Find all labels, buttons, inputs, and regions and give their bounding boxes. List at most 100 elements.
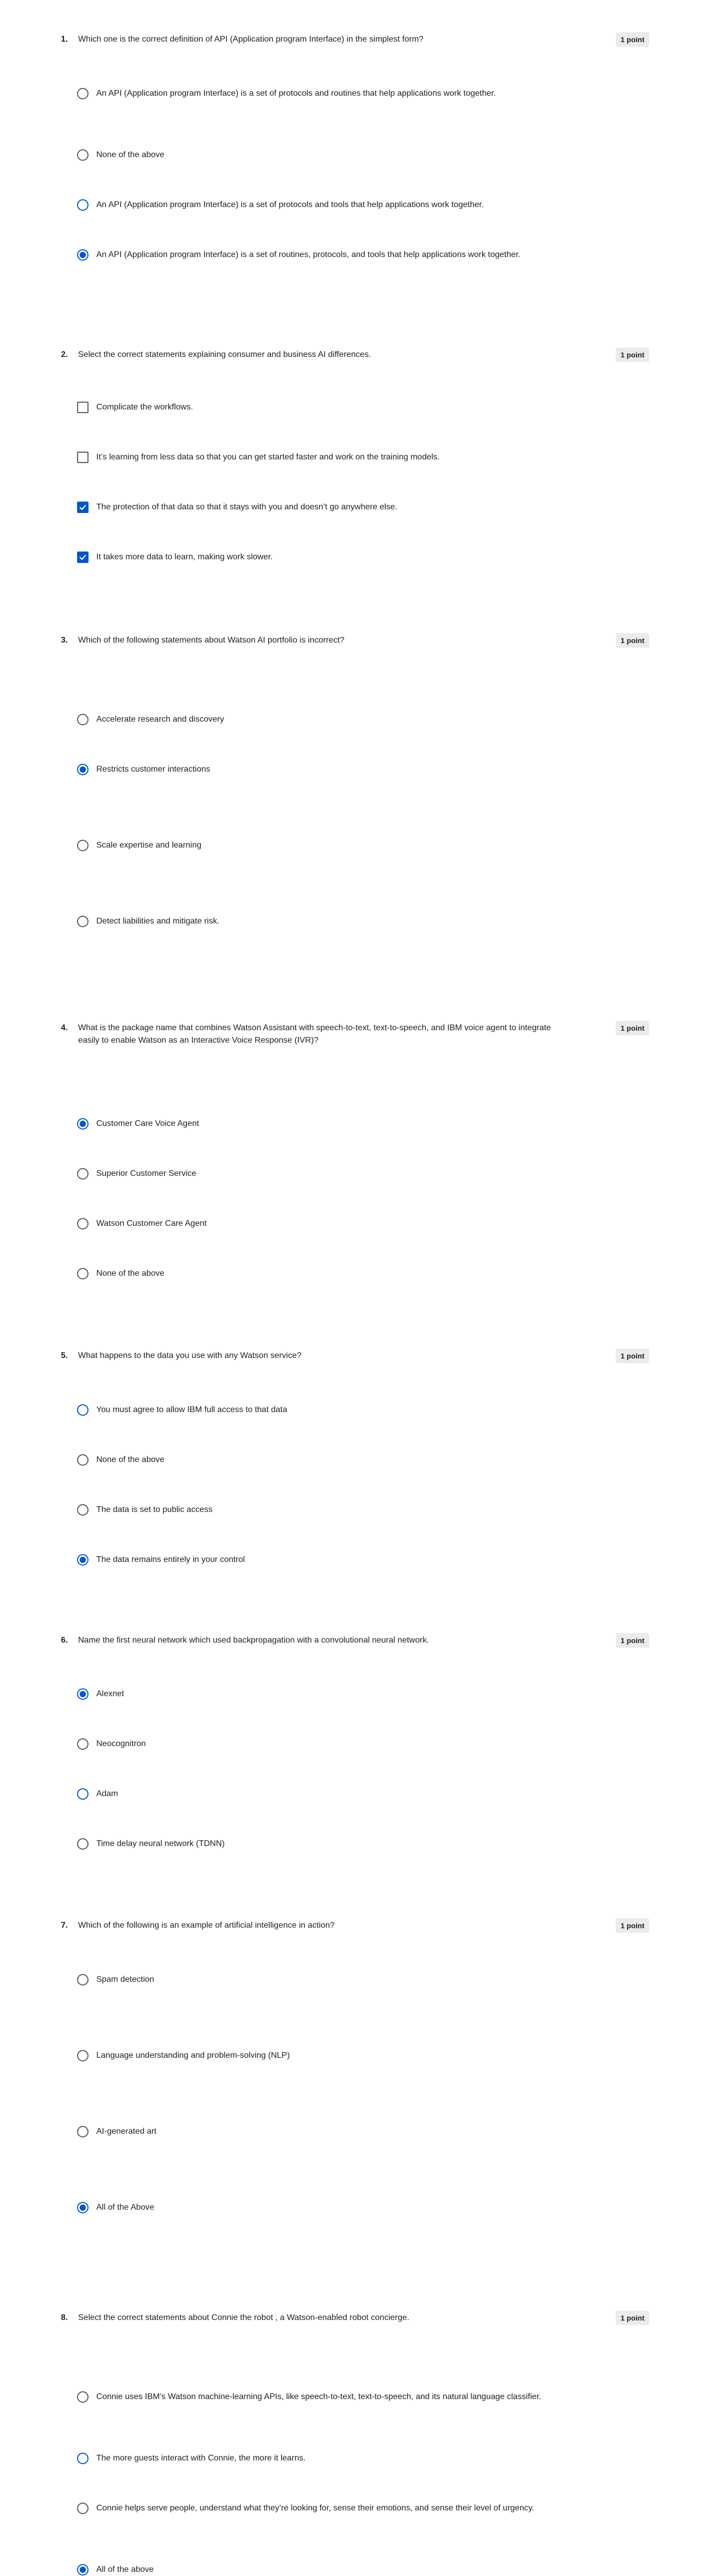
radio-selected-icon[interactable] [77, 2202, 88, 2213]
option-label: None of the above [96, 1269, 164, 1278]
option-label: All of the Above [96, 2203, 155, 2212]
radio-icon[interactable] [77, 1168, 88, 1180]
points-badge: 1 point [616, 633, 649, 648]
radio-icon[interactable] [77, 1404, 88, 1416]
question-text: Which of the following statements about … [78, 636, 345, 645]
radio-option[interactable]: Connie helps serve people, understand wh… [77, 2502, 566, 2515]
radio-option[interactable]: None of the above [77, 149, 566, 161]
checkbox-option[interactable]: It takes more data to learn, making work… [77, 551, 566, 563]
checkbox-icon[interactable] [77, 402, 88, 413]
radio-icon[interactable] [77, 1218, 88, 1229]
radio-option[interactable]: Connie uses IBM’s Watson machine-learnin… [77, 2391, 566, 2403]
radio-selected-icon[interactable] [77, 249, 88, 261]
radio-icon[interactable] [77, 1838, 88, 1850]
option-label: Customer Care Voice Agent [96, 1119, 199, 1128]
radio-icon[interactable] [77, 1788, 88, 1800]
radio-icon[interactable] [77, 2503, 88, 2514]
radio-option[interactable]: Adam [77, 1788, 566, 1800]
radio-icon[interactable] [77, 88, 88, 99]
option-label: The more guests interact with Connie, th… [96, 2454, 306, 2463]
points-badge: 1 point [616, 1633, 649, 1648]
radio-option[interactable]: AI-generated art [77, 2125, 566, 2138]
radio-option[interactable]: Neocognitron [77, 1738, 566, 1750]
radio-option[interactable]: None of the above [77, 1267, 566, 1280]
question-number: 8. [61, 2313, 68, 2322]
question-text: What happens to the data you use with an… [78, 1351, 301, 1360]
option-label: Scale expertise and learning [96, 841, 201, 850]
radio-selected-icon[interactable] [77, 1118, 88, 1130]
radio-option[interactable]: Detect liabilities and mitigate risk. [77, 915, 566, 928]
radio-option[interactable]: The more guests interact with Connie, th… [77, 2452, 566, 2465]
radio-icon[interactable] [77, 916, 88, 927]
radio-option[interactable]: An API (Application program Interface) i… [77, 199, 566, 211]
question-header: 1. Which one is the correct definition of… [61, 32, 649, 54]
option-label: Connie helps serve people, understand wh… [96, 2504, 535, 2513]
checkbox-icon[interactable] [77, 452, 88, 463]
question-number: 6. [61, 1636, 68, 1645]
radio-option[interactable]: Superior Customer Service [77, 1168, 566, 1180]
radio-option[interactable]: All of the above [77, 2564, 566, 2576]
radio-option[interactable]: You must agree to allow IBM full access … [77, 1404, 566, 1416]
option-label: An API (Application program Interface) i… [96, 250, 521, 259]
question-header: 7. Which of the following is an example o… [61, 1918, 649, 1940]
radio-icon[interactable] [77, 1738, 88, 1750]
points-badge: 1 point [616, 32, 649, 47]
radio-icon[interactable] [77, 2050, 88, 2061]
radio-icon[interactable] [77, 840, 88, 851]
option-label: The protection of that data so that it s… [96, 503, 398, 511]
checkbox-option[interactable]: The protection of that data so that it s… [77, 501, 566, 514]
option-label: Restricts customer interactions [96, 765, 210, 774]
radio-option[interactable]: The data remains entirely in your contro… [77, 1554, 566, 1566]
question-text: Name the first neural network which used… [78, 1636, 429, 1645]
points-badge: 1 point [616, 1349, 649, 1363]
radio-option[interactable]: An API (Application program Interface) i… [77, 249, 566, 261]
radio-icon[interactable] [77, 714, 88, 725]
radio-option[interactable]: Time delay neural network (TDNN) [77, 1838, 566, 1850]
radio-option[interactable]: None of the above [77, 1454, 566, 1466]
checkbox-checked-icon[interactable] [77, 502, 88, 513]
question-header: 6. Name the first neural network which us… [61, 1633, 649, 1655]
radio-option[interactable]: Scale expertise and learning [77, 839, 566, 852]
radio-option[interactable]: Customer Care Voice Agent [77, 1118, 566, 1130]
question-number: 1. [61, 35, 68, 44]
radio-option[interactable]: Spam detection [77, 1973, 566, 1986]
option-label: You must agree to allow IBM full access … [96, 1405, 287, 1414]
question-header: 2. Select the correct statements explaini… [61, 348, 649, 369]
checkbox-option[interactable]: It’s learning from less data so that you… [77, 451, 566, 464]
radio-option[interactable]: The data is set to public access [77, 1504, 566, 1516]
radio-option[interactable]: Alexnet [77, 1688, 566, 1700]
radio-selected-icon[interactable] [77, 1688, 88, 1700]
radio-option[interactable]: Restricts customer interactions [77, 763, 566, 776]
points-badge: 1 point [616, 348, 649, 362]
radio-icon[interactable] [77, 149, 88, 161]
radio-selected-icon[interactable] [77, 2564, 88, 2575]
radio-icon[interactable] [77, 1454, 88, 1466]
question-text: Select the correct statements explaining… [78, 350, 371, 359]
question-header: 4. What is the package name that combines… [61, 1021, 649, 1045]
option-label: An API (Application program Interface) i… [96, 200, 484, 209]
radio-option[interactable]: Accelerate research and discovery [77, 713, 566, 726]
option-label: Accelerate research and discovery [96, 715, 224, 724]
checkbox-option[interactable]: Complicate the workflows. [77, 401, 566, 414]
radio-option[interactable]: All of the Above [77, 2201, 566, 2214]
radio-selected-icon[interactable] [77, 764, 88, 775]
option-label: All of the above [96, 2565, 154, 2574]
radio-icon[interactable] [77, 1268, 88, 1279]
radio-icon[interactable] [77, 199, 88, 211]
option-label: It takes more data to learn, making work… [96, 553, 273, 561]
radio-icon[interactable] [77, 1974, 88, 1985]
radio-icon[interactable] [77, 1504, 88, 1516]
radio-icon[interactable] [77, 2126, 88, 2137]
question-header: 3. Which of the following statements abou… [61, 633, 649, 655]
option-label: The data remains entirely in your contro… [96, 1555, 245, 1564]
radio-option[interactable]: Watson Customer Care Agent [77, 1217, 566, 1230]
radio-icon[interactable] [77, 2453, 88, 2464]
radio-icon[interactable] [77, 2391, 88, 2403]
radio-option[interactable]: Language understanding and problem-solvi… [77, 2049, 566, 2062]
option-label: Time delay neural network (TDNN) [96, 1839, 225, 1848]
radio-option[interactable]: An API (Application program Interface) i… [77, 87, 566, 100]
question-number: 4. [61, 1023, 68, 1032]
question-number: 2. [61, 350, 68, 359]
radio-selected-icon[interactable] [77, 1554, 88, 1566]
checkbox-checked-icon[interactable] [77, 552, 88, 563]
